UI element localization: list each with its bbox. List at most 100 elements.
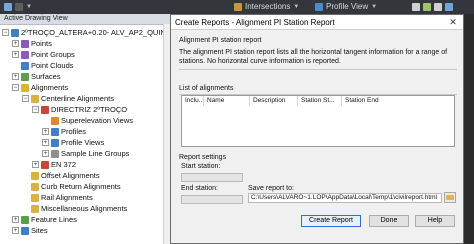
column-header-station-end[interactable]: Station End: [342, 96, 386, 106]
profile-view-label: Profile View: [326, 2, 369, 11]
tree-item-drawing[interactable]: − 2ºTROÇO_ALTERA+0.20- ALV_AP2_QUINTA: [2, 27, 175, 38]
drawing-icon: [11, 28, 19, 37]
create-report-button[interactable]: Create Report: [301, 215, 361, 227]
surfaces-icon: [21, 72, 29, 81]
dialog-titlebar[interactable]: Create Reports - Alignment PI Station Re…: [171, 15, 463, 30]
tree-item-alignments[interactable]: − Alignments: [12, 82, 68, 93]
tree-item-label: DIRECTRIZ 2ºTROÇO: [51, 105, 128, 114]
tree-item-surfaces[interactable]: + Surfaces: [12, 71, 61, 82]
expand-icon[interactable]: +: [32, 161, 39, 168]
tree-item-misc-alignments[interactable]: Miscellaneous Alignments: [22, 203, 127, 214]
sites-icon: [21, 226, 29, 235]
end-station-field[interactable]: [181, 195, 243, 204]
intersection-icon: [234, 3, 242, 11]
report-description: The alignment PI station report lists al…: [179, 49, 448, 65]
expand-icon[interactable]: +: [42, 150, 49, 157]
prospector-panel: Active Drawing View − 2ºTROÇO_ALTERA+0.2…: [0, 14, 175, 244]
tool-icon: [412, 3, 420, 11]
help-button[interactable]: Help: [415, 215, 455, 227]
intersections-menu[interactable]: Intersections ▼: [234, 2, 299, 12]
centerline-alignments-icon: [31, 94, 39, 103]
panel-header: Active Drawing View: [0, 14, 170, 25]
tree-item-sites[interactable]: + Sites: [12, 225, 48, 236]
start-station-field[interactable]: [181, 173, 243, 182]
profile-view-menu[interactable]: Profile View ▼: [315, 2, 377, 12]
misc-alignments-icon: [31, 204, 39, 213]
expand-icon[interactable]: +: [12, 51, 19, 58]
tree-item-en372[interactable]: + EN 372: [32, 159, 76, 170]
tree-item-label: Surfaces: [31, 72, 61, 81]
collapse-icon[interactable]: −: [12, 84, 19, 91]
alignment-icon: [41, 160, 49, 169]
tree-item-label: Sites: [31, 226, 48, 235]
expand-icon[interactable]: +: [42, 128, 49, 135]
collapse-icon[interactable]: −: [22, 95, 29, 102]
toolbar-right-icons[interactable]: [412, 2, 453, 12]
tree-item-feature-lines[interactable]: + Feature Lines: [12, 214, 77, 225]
spacer: [42, 117, 49, 124]
feature-lines-icon: [21, 215, 29, 224]
tree-item-label: Alignments: [31, 83, 69, 92]
expand-icon[interactable]: +: [12, 73, 19, 80]
create-reports-dialog: Create Reports - Alignment PI Station Re…: [170, 14, 464, 244]
toolbar-left-icons[interactable]: ▼: [4, 2, 32, 12]
column-header-station-start[interactable]: Station St...: [298, 96, 342, 106]
column-header-include[interactable]: Inclu...: [182, 96, 204, 106]
done-button[interactable]: Done: [369, 215, 409, 227]
profile-views-icon: [51, 138, 59, 147]
expand-icon[interactable]: +: [12, 227, 19, 234]
expand-icon[interactable]: +: [12, 216, 19, 223]
collapse-icon[interactable]: −: [2, 29, 9, 36]
tree-item-label: Rail Alignments: [41, 193, 93, 202]
chevron-down-icon: ▼: [293, 4, 300, 10]
panel-scrollbar[interactable]: [163, 24, 170, 244]
dialog-title: Create Reports - Alignment PI Station Re…: [175, 17, 335, 27]
start-station-label: Start station:: [181, 163, 221, 170]
spacer: [22, 183, 29, 190]
tree-item-label: 2ºTROÇO_ALTERA+0.20- ALV_AP2_QUINTA: [21, 28, 175, 37]
column-header-description[interactable]: Description: [250, 96, 298, 106]
alignments-icon: [21, 83, 29, 92]
point-clouds-icon: [21, 61, 29, 70]
tree-item-points[interactable]: + Points: [12, 38, 52, 49]
window-icon: [4, 3, 12, 11]
chevron-down-icon: ▼: [371, 4, 378, 10]
tree-item-point-groups[interactable]: + Point Groups: [12, 49, 75, 60]
tree-item-label: Feature Lines: [31, 215, 77, 224]
tool-icon: [423, 3, 431, 11]
expand-icon[interactable]: +: [12, 40, 19, 47]
column-header-name[interactable]: Name: [204, 96, 250, 106]
spacer: [22, 172, 29, 179]
spacer: [22, 205, 29, 212]
tool-icon: [434, 3, 442, 11]
profiles-icon: [51, 127, 59, 136]
folder-icon: [446, 195, 454, 200]
tool-icon: [445, 3, 453, 11]
tree-item-centerline-alignments[interactable]: − Centerline Alignments: [22, 93, 114, 104]
browse-folder-button[interactable]: [444, 192, 456, 203]
tree-item-profiles[interactable]: + Profiles: [42, 126, 86, 137]
save-path-field[interactable]: C:\Users\ALVARO~1.LOP\AppData\Local\Temp…: [248, 193, 442, 203]
list-group-label: List of alignments: [179, 85, 234, 92]
tree-item-rail-alignments[interactable]: Rail Alignments: [22, 192, 93, 203]
tree-item-label: Profiles: [61, 127, 87, 136]
tree-item-profile-views[interactable]: + Profile Views: [42, 137, 104, 148]
superelevation-views-icon: [51, 116, 59, 125]
chevron-down-icon: ▼: [26, 4, 32, 10]
tree-item-curb-return-alignments[interactable]: Curb Return Alignments: [22, 181, 121, 192]
tree-item-offset-alignments[interactable]: Offset Alignments: [22, 170, 100, 181]
tree-item-label: Point Groups: [31, 50, 75, 59]
alignments-table[interactable]: Inclu... Name Description Station St... …: [181, 95, 455, 147]
rail-alignments-icon: [31, 193, 39, 202]
close-icon[interactable]: ✕: [443, 15, 463, 29]
tree-item-directriz[interactable]: − DIRECTRIZ 2ºTROÇO: [32, 104, 127, 115]
offset-alignments-icon: [31, 171, 39, 180]
tree-item-sample-line-groups[interactable]: + Sample Line Groups: [42, 148, 129, 159]
intersections-label: Intersections: [245, 2, 291, 11]
divider: [179, 69, 457, 70]
tree-item-label: Point Clouds: [31, 61, 74, 70]
tree-item-point-clouds[interactable]: Point Clouds: [12, 60, 74, 71]
expand-icon[interactable]: +: [42, 139, 49, 146]
tree-item-superelevation-views[interactable]: Superelevation Views: [42, 115, 133, 126]
collapse-icon[interactable]: −: [32, 106, 39, 113]
